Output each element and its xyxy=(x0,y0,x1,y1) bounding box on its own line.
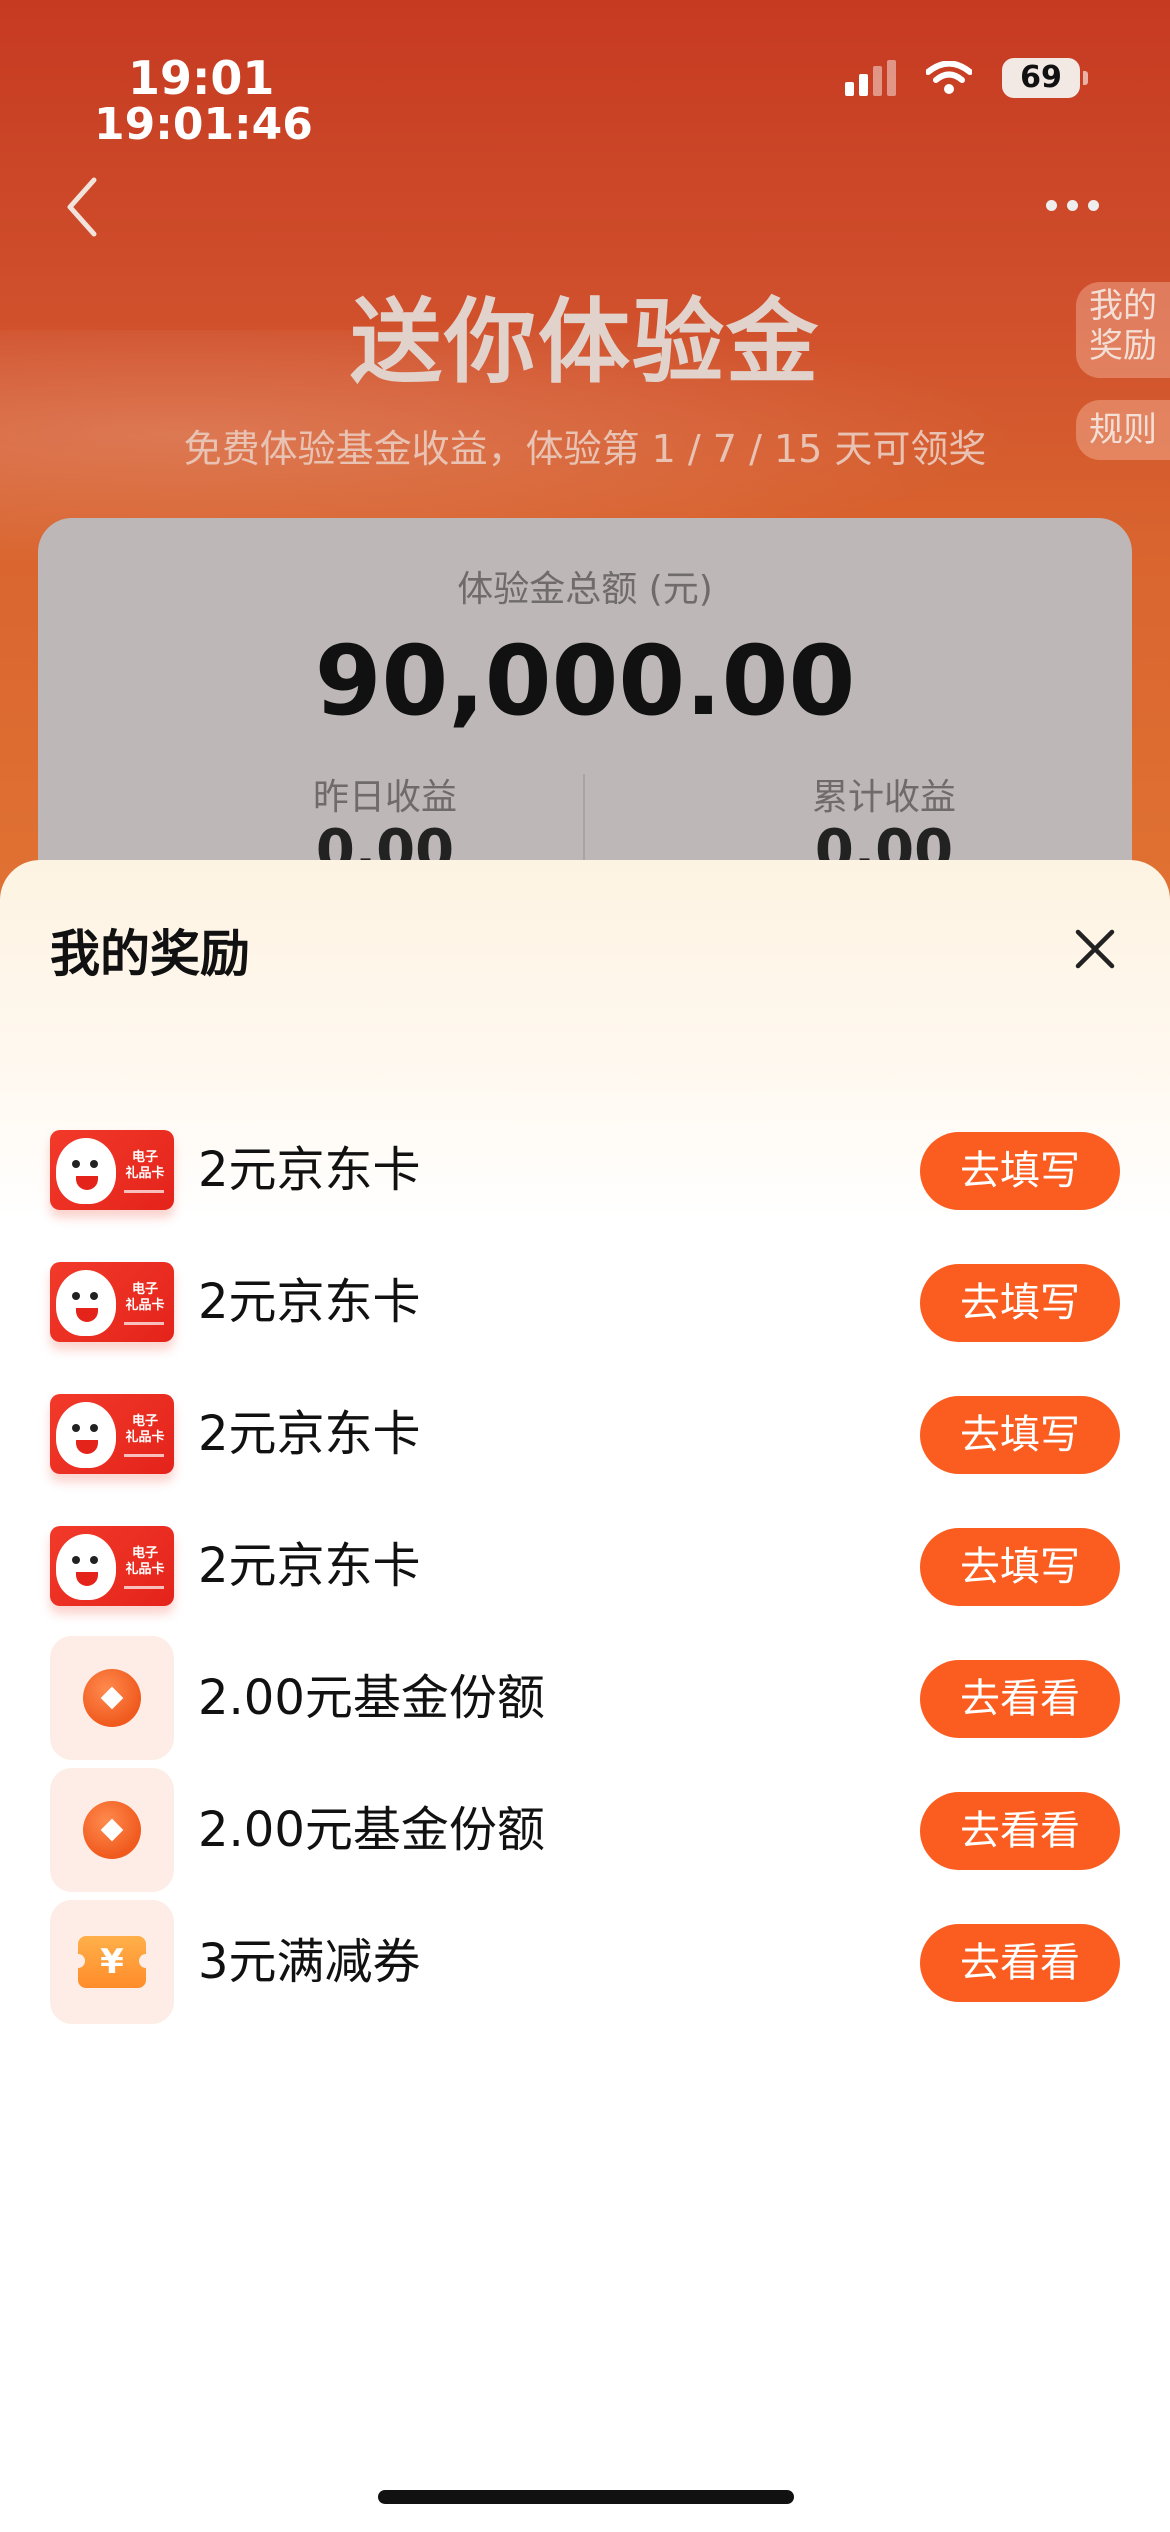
sheet-title: 我的奖励 xyxy=(50,925,250,983)
card-icon-text: 电子 礼品卡 xyxy=(125,1414,165,1445)
view-button[interactable]: 去看看 xyxy=(920,1924,1120,2002)
coupon-symbol: ¥ xyxy=(71,1936,153,1988)
cumulative-earnings-label: 累计收益 xyxy=(811,777,956,818)
fund-coin-icon xyxy=(50,1636,174,1760)
yesterday-earnings-label: 昨日收益 xyxy=(312,777,457,818)
jd-gift-card-icon: 电子 礼品卡 xyxy=(50,1504,174,1628)
fill-in-button[interactable]: 去填写 xyxy=(920,1132,1120,1210)
battery-icon: 69 xyxy=(1002,58,1088,98)
rules-tab[interactable]: 规则 xyxy=(1076,400,1170,460)
view-button[interactable]: 去看看 xyxy=(920,1792,1120,1870)
back-icon[interactable] xyxy=(58,172,108,242)
reward-label: 2元京东卡 xyxy=(198,1538,421,1594)
status-icons: 69 xyxy=(845,58,1088,98)
status-time: 19:01 xyxy=(128,51,275,105)
experience-fund-card: 体验金总额 (元) 90,000.00 昨日收益 0.00 累计收益 0.00 xyxy=(38,518,1132,900)
reward-row: ¥3元满减券 去看看 xyxy=(0,1880,1170,2040)
reward-label: 3元满减券 xyxy=(198,1934,421,1990)
fund-coin-icon xyxy=(50,1768,174,1892)
reward-label: 2.00元基金份额 xyxy=(198,1802,545,1858)
reward-label: 2元京东卡 xyxy=(198,1142,421,1198)
reward-label: 2.00元基金份额 xyxy=(198,1670,545,1726)
more-options-icon[interactable] xyxy=(1046,195,1106,215)
coupon-ticket-icon: ¥ xyxy=(50,1900,174,2024)
page-title: 送你体验金 xyxy=(349,289,820,396)
card-icon-text: 电子 礼品卡 xyxy=(125,1282,165,1313)
jd-gift-card-icon: 电子 礼品卡 xyxy=(50,1108,174,1232)
card-icon-text: 电子 礼品卡 xyxy=(125,1546,165,1577)
total-amount-label: 体验金总额 (元) xyxy=(457,569,713,610)
jd-gift-card-icon: 电子 礼品卡 xyxy=(50,1240,174,1364)
jd-gift-card-icon: 电子 礼品卡 xyxy=(50,1372,174,1496)
fill-in-button[interactable]: 去填写 xyxy=(920,1528,1120,1606)
view-button[interactable]: 去看看 xyxy=(920,1660,1120,1738)
total-amount-value: 90,000.00 xyxy=(314,625,856,737)
fill-in-button[interactable]: 去填写 xyxy=(920,1264,1120,1342)
status-time-detail: 19:01:46 xyxy=(94,99,313,150)
wifi-icon xyxy=(926,61,972,94)
my-rewards-tab[interactable]: 我的 奖励 xyxy=(1076,282,1170,378)
reward-label: 2元京东卡 xyxy=(198,1406,421,1462)
my-rewards-sheet: 我的奖励 电子 礼品卡 2元京东卡 去填写 电子 礼品卡 2元京东卡 去填写 电子 礼品卡 2… xyxy=(0,860,1170,2532)
reward-label: 2元京东卡 xyxy=(198,1274,421,1330)
home-indicator[interactable] xyxy=(378,2490,794,2504)
card-icon-text: 电子 礼品卡 xyxy=(125,1150,165,1181)
fill-in-button[interactable]: 去填写 xyxy=(920,1396,1120,1474)
close-icon[interactable] xyxy=(1070,924,1120,974)
background-page: 19:01 19:01:46 69 送你体验金 免费体验基金收益，体验第 1 /… xyxy=(0,0,1170,900)
page-subtitle: 免费体验基金收益，体验第 1 / 7 / 15 天可领奖 xyxy=(183,427,987,471)
battery-level: 69 xyxy=(1002,58,1080,98)
cellular-signal-icon xyxy=(845,60,896,96)
